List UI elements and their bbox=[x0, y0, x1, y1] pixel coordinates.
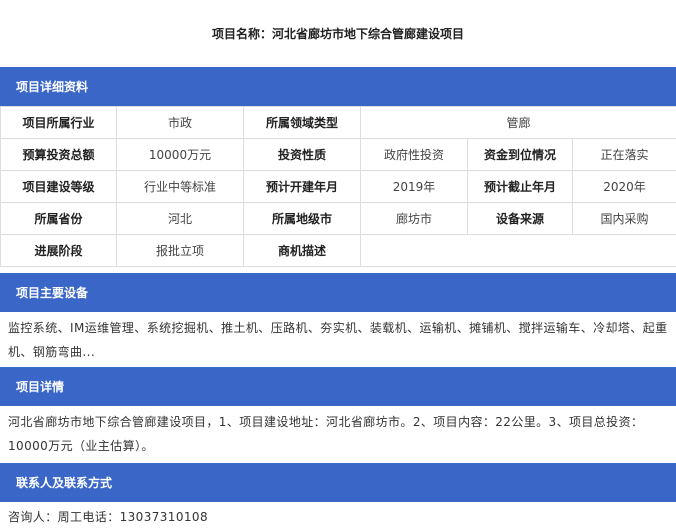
value-end-date: 2020年 bbox=[571, 170, 676, 203]
contact-text: 咨询人：周工电话：13037310108 bbox=[8, 510, 208, 524]
value-domain-type: 管廊 bbox=[359, 106, 676, 139]
label-progress-stage: 进展阶段 bbox=[0, 234, 117, 267]
table-row: 项目所属行业 市政 所属领域类型 管廊 bbox=[0, 106, 676, 139]
details-table: 项目所属行业 市政 所属领域类型 管廊 预算投资总额 10000万元 投资性质 … bbox=[0, 106, 676, 267]
section-header-details: 项目详细资料 bbox=[0, 67, 676, 106]
section-header-contact: 联系人及联系方式 bbox=[0, 463, 676, 502]
value-start-date: 2019年 bbox=[360, 170, 468, 203]
value-industry: 市政 bbox=[116, 106, 244, 139]
table-row: 项目建设等级 行业中等标准 预计开建年月 2019年 预计截止年月 2020年 bbox=[0, 170, 676, 203]
value-province: 河北 bbox=[116, 202, 244, 235]
project-page: 项目名称：河北省廊坊市地下综合管廊建设项目 项目详细资料 项目所属行业 市政 所… bbox=[0, 0, 676, 530]
table-row: 所属省份 河北 所属地级市 廊坊市 设备来源 国内采购 bbox=[0, 202, 676, 235]
value-budget: 10000万元 bbox=[116, 138, 244, 171]
table-row: 进展阶段 报批立项 商机描述 bbox=[0, 234, 676, 267]
label-build-grade: 项目建设等级 bbox=[0, 170, 117, 203]
label-start-date: 预计开建年月 bbox=[243, 170, 361, 203]
value-investment-nature: 政府性投资 bbox=[360, 138, 468, 171]
label-equipment-source: 设备来源 bbox=[467, 202, 573, 235]
label-city: 所属地级市 bbox=[243, 202, 361, 235]
section-header-project-detail: 项目详情 bbox=[0, 367, 676, 406]
label-opportunity-desc: 商机描述 bbox=[243, 234, 361, 267]
section-header-equipment: 项目主要设备 bbox=[0, 273, 676, 312]
label-investment-nature: 投资性质 bbox=[243, 138, 361, 171]
label-province: 所属省份 bbox=[0, 202, 117, 235]
value-opportunity-desc bbox=[359, 234, 676, 267]
value-build-grade: 行业中等标准 bbox=[116, 170, 244, 203]
label-industry: 项目所属行业 bbox=[0, 106, 117, 139]
equipment-text: 监控系统、IM运维管理、系统挖掘机、推土机、压路机、夯实机、装载机、运输机、摊铺… bbox=[8, 321, 668, 359]
table-row: 预算投资总额 10000万元 投资性质 政府性投资 资金到位情况 正在落实 bbox=[0, 138, 676, 171]
page-title: 项目名称：河北省廊坊市地下综合管廊建设项目 bbox=[211, 26, 464, 41]
value-funding-status: 正在落实 bbox=[571, 138, 676, 171]
label-end-date: 预计截止年月 bbox=[467, 170, 573, 203]
project-detail-text: 河北省廊坊市地下综合管廊建设项目，1、项目建设地址：河北省廊坊市。2、项目内容：… bbox=[8, 415, 644, 453]
value-equipment-source: 国内采购 bbox=[571, 202, 676, 235]
value-progress-stage: 报批立项 bbox=[116, 234, 244, 267]
label-funding-status: 资金到位情况 bbox=[467, 138, 573, 171]
value-city: 廊坊市 bbox=[360, 202, 468, 235]
label-budget: 预算投资总额 bbox=[0, 138, 117, 171]
label-domain-type: 所属领域类型 bbox=[243, 106, 361, 139]
